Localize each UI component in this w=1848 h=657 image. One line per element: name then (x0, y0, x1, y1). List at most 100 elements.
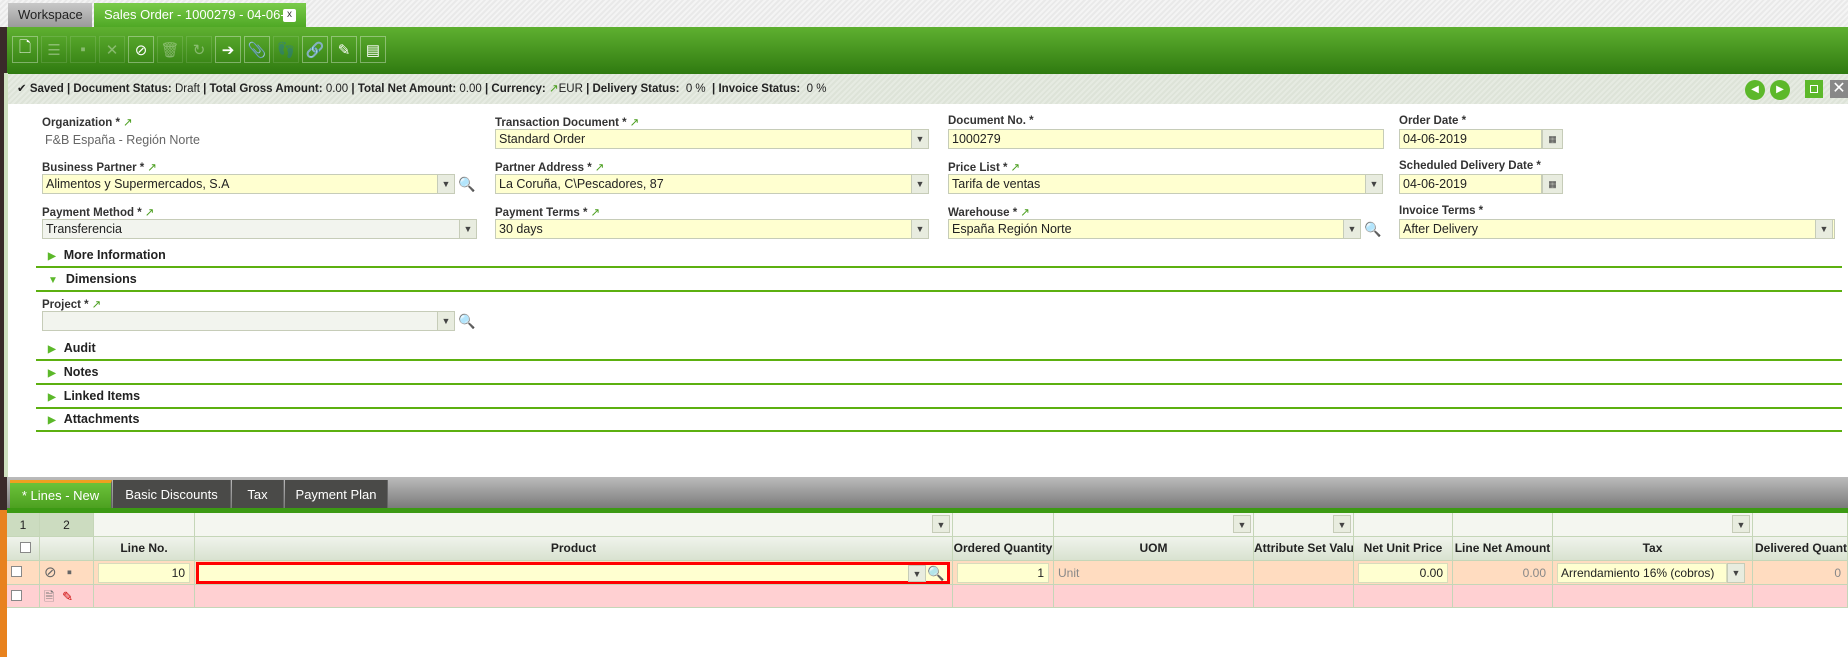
tab-workspace[interactable]: Workspace (8, 3, 92, 27)
document-icon[interactable]: 🗎 (44, 589, 54, 604)
next-record-button[interactable]: ▶ (1770, 80, 1790, 100)
filter-ordered-qty[interactable] (953, 513, 1054, 537)
partner-address-select[interactable]: La Coruña, C\Pescadores, 87 (495, 174, 913, 194)
close-form-button[interactable]: ✕ (1830, 80, 1848, 98)
audit-trail-button[interactable]: 👣 (273, 36, 299, 63)
chevron-down-icon[interactable]: ▼ (459, 219, 477, 239)
chevron-down-icon[interactable]: ▼ (1365, 174, 1383, 194)
void-button[interactable]: ⊘ (128, 36, 154, 63)
chevron-down-icon[interactable]: ▼ (911, 129, 929, 149)
filter-tax[interactable]: ▼ (1553, 513, 1753, 537)
export-button[interactable]: ➔ (215, 36, 241, 63)
calendar-icon[interactable]: ▦ (1542, 174, 1563, 194)
payment-terms-select[interactable]: 30 days (495, 219, 913, 239)
filter-line-net[interactable] (1453, 513, 1553, 537)
section-more-information[interactable]: ▶ More Information (48, 248, 166, 262)
row-checkbox[interactable] (7, 561, 40, 585)
document-no-field[interactable]: 1000279 (948, 129, 1384, 149)
chevron-down-icon[interactable]: ▼ (1732, 515, 1750, 533)
search-icon[interactable]: 🔍 (457, 311, 477, 331)
net-unit-price-input[interactable]: 0.00 (1358, 563, 1448, 583)
row-checkbox[interactable] (7, 585, 40, 608)
header-tax[interactable]: Tax (1553, 537, 1753, 561)
tab-lines[interactable]: * Lines - New (10, 480, 112, 510)
attach-icon[interactable]: 📎 (244, 36, 270, 63)
chevron-down-icon[interactable]: ▼ (911, 219, 929, 239)
project-field[interactable] (42, 311, 438, 331)
header-ordered-qty[interactable]: Ordered Quantity (953, 537, 1054, 561)
header-delivered-qty[interactable]: Delivered Quantity (1753, 537, 1848, 561)
search-icon[interactable]: 🔍 (457, 174, 477, 194)
link-arrow-icon[interactable]: ↗ (549, 83, 559, 95)
filter-uom[interactable]: ▼ (1054, 513, 1254, 537)
tab-tax[interactable]: Tax (232, 480, 284, 510)
product-input[interactable] (196, 562, 950, 584)
new-document-button[interactable]: 🗋 (12, 36, 38, 63)
header-attribute-set[interactable]: Attribute Set Value (1254, 537, 1354, 561)
invoice-terms-label: Invoice Terms * (1399, 205, 1484, 217)
view-2-button[interactable]: 2 (40, 513, 94, 537)
maximize-button[interactable] (1805, 80, 1823, 98)
chevron-down-icon[interactable]: ▼ (932, 515, 950, 533)
chevron-down-icon[interactable]: ▼ (908, 565, 926, 582)
filter-attribute[interactable]: ▼ (1254, 513, 1354, 537)
header-line-net-amount[interactable]: Line Net Amount (1453, 537, 1553, 561)
view-1-button[interactable]: 1 (7, 513, 40, 537)
business-partner-field[interactable]: Alimentos y Supermercados, S.A (42, 174, 438, 194)
chevron-down-icon[interactable]: ▼ (1333, 515, 1351, 533)
link-icon[interactable]: 🔗 (302, 36, 328, 63)
tab-payment-plan[interactable]: Payment Plan (285, 480, 388, 510)
previous-record-button[interactable]: ◀ (1745, 80, 1765, 100)
remove-row-icon[interactable]: ✎ (62, 589, 73, 604)
tab-sales-order[interactable]: Sales Order - 1000279 - 04-06-... x (94, 3, 306, 27)
section-dimensions[interactable]: ▼ Dimensions (48, 272, 137, 286)
delete-button[interactable]: 🗑 (157, 36, 183, 63)
chevron-down-icon[interactable]: ▼ (1815, 219, 1833, 239)
search-icon[interactable]: 🔍 (926, 563, 946, 583)
chevron-down-icon[interactable]: ▼ (1233, 515, 1251, 533)
chevron-down-icon[interactable]: ▼ (437, 311, 455, 331)
filter-net-unit-price[interactable] (1354, 513, 1453, 537)
scheduled-delivery-field[interactable]: 04-06-2019 (1399, 174, 1542, 194)
warehouse-field[interactable]: España Región Norte (948, 219, 1344, 239)
order-date-field[interactable]: 04-06-2019 (1399, 129, 1542, 149)
ordered-qty-input[interactable]: 1 (957, 563, 1049, 583)
tax-select[interactable]: Arrendamiento 16% (cobros) (1557, 563, 1727, 583)
attribute-cell[interactable] (1254, 561, 1354, 585)
section-notes[interactable]: ▶ Notes (48, 365, 98, 379)
select-all-checkbox[interactable] (7, 537, 40, 561)
price-list-select[interactable]: Tarifa de ventas (948, 174, 1366, 194)
invoice-terms-select[interactable]: After Delivery (1399, 219, 1835, 239)
line-no-input[interactable]: 10 (98, 563, 190, 583)
section-linked-items[interactable]: ▶ Linked Items (48, 389, 140, 403)
cancel-icon[interactable]: ⊘ (44, 564, 57, 581)
header-uom[interactable]: UOM (1054, 537, 1254, 561)
customize-button[interactable]: ✎ (331, 36, 357, 63)
header-net-unit-price[interactable]: Net Unit Price (1354, 537, 1453, 561)
section-attachments[interactable]: ▶ Attachments (48, 412, 139, 426)
chevron-down-icon[interactable]: ▼ (911, 174, 929, 194)
chevron-down-icon[interactable]: ▼ (1727, 563, 1745, 583)
chevron-down-icon[interactable]: ▼ (437, 174, 455, 194)
uom-cell: Unit (1054, 561, 1254, 585)
filter-delivered-qty[interactable] (1753, 513, 1848, 537)
filter-product[interactable]: ▼ (195, 513, 953, 537)
calendar-icon[interactable]: ▦ (1542, 129, 1563, 149)
subtab-bar: * Lines - New Basic Discounts Tax Paymen… (7, 477, 1848, 510)
save-row-icon[interactable]: ▪ (67, 564, 72, 581)
tab-basic-discounts[interactable]: Basic Discounts (113, 480, 231, 510)
toggle-view-button[interactable]: ▤ (360, 36, 386, 63)
section-audit[interactable]: ▶ Audit (48, 341, 96, 355)
chevron-down-icon[interactable]: ▼ (1343, 219, 1361, 239)
header-product[interactable]: Product (195, 537, 953, 561)
close-tab-icon[interactable]: x (283, 9, 296, 22)
save-button[interactable]: ▪ (70, 36, 96, 63)
refresh-button[interactable]: ↻ (186, 36, 212, 63)
new-row-button[interactable]: ☰ (41, 36, 67, 63)
search-icon[interactable]: 🔍 (1363, 219, 1383, 239)
header-line-no[interactable]: Line No. (94, 537, 195, 561)
filter-line-no[interactable] (94, 513, 195, 537)
transaction-document-select[interactable]: Standard Order (495, 129, 913, 149)
payment-method-select[interactable]: Transferencia (42, 219, 460, 239)
undo-button[interactable]: ✕ (99, 36, 125, 63)
